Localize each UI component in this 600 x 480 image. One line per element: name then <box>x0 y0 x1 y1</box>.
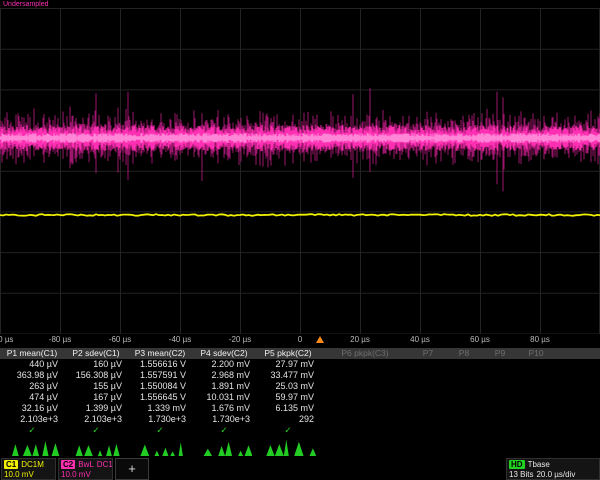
measure-value: 1.399 µV <box>64 403 128 414</box>
measure-value: 292 <box>256 414 320 425</box>
measure-status-check-icon: ✓ <box>128 425 192 436</box>
time-axis-label: 0 <box>298 335 302 344</box>
time-axis-label: 20 µs <box>350 335 370 344</box>
measure-header[interactable]: P5 pkpk(C2) <box>256 348 320 359</box>
measure-value: 474 µV <box>0 392 64 403</box>
time-axis-label: -60 µs <box>109 335 131 344</box>
oscilloscope-screen: Undersampled -100 µs -80 µs -60 µs -40 µs -2… <box>0 0 600 480</box>
time-axis-label: -40 µs <box>169 335 191 344</box>
tbase-scale: 20.0 µs/div <box>536 470 575 479</box>
measure-header-row: P1 mean(C1)P2 sdev(C1)P3 mean(C2)P4 sdev… <box>0 348 600 359</box>
measure-header[interactable]: P3 mean(C2) <box>128 348 192 359</box>
measure-value: 155 µV <box>64 381 128 392</box>
measure-header-unused[interactable]: P9 <box>482 348 518 359</box>
measure-value: 1.557591 V <box>128 370 192 381</box>
c2-coupling: DC1M <box>97 460 113 469</box>
trigger-time-marker[interactable] <box>316 336 324 343</box>
measure-status-check-icon: ✓ <box>256 425 320 436</box>
measure-status-check-icon: ✓ <box>64 425 128 436</box>
measure-value: 1.730e+3 <box>192 414 256 425</box>
time-axis-label: 40 µs <box>410 335 430 344</box>
measure-value: 1.556645 V <box>128 392 192 403</box>
graticule <box>0 8 600 334</box>
measure-status-check-icon: ✓ <box>0 425 64 436</box>
measure-value: 6.135 mV <box>256 403 320 414</box>
measure-row: 440 µV160 µV1.556616 V2.200 mV27.97 mV <box>0 359 600 370</box>
measurement-histicons <box>0 438 600 457</box>
c2-bwl-badge: BwL <box>78 460 94 469</box>
measure-value: 59.97 mV <box>256 392 320 403</box>
c1-scale: 10.0 mV <box>4 470 34 479</box>
measure-value: 1.550084 V <box>128 381 192 392</box>
measure-value: 363.98 µV <box>0 370 64 381</box>
measure-value: 263 µV <box>0 381 64 392</box>
measure-row: 2.103e+32.103e+31.730e+31.730e+3292 <box>0 414 600 425</box>
tbase-bits: 13 Bits <box>509 470 533 479</box>
c2-badge: C2 <box>61 460 75 469</box>
time-axis-label: 60 µs <box>470 335 490 344</box>
channel1-descriptor[interactable]: C1 DC1M 10.0 mV <box>1 458 56 480</box>
measure-value: 167 µV <box>64 392 128 403</box>
measure-header[interactable]: P4 sdev(C2) <box>192 348 256 359</box>
measure-value: 2.200 mV <box>192 359 256 370</box>
time-axis-label: -100 µs <box>0 335 13 344</box>
c1-coupling: DC1M <box>21 460 44 469</box>
measure-value: 32.16 µV <box>0 403 64 414</box>
descriptor-bar: C1 DC1M 10.0 mV C2 BwL DC1M 10.0 mV + HD… <box>0 458 600 480</box>
measure-status-check-icon: ✓ <box>192 425 256 436</box>
measure-value: 2.103e+3 <box>64 414 128 425</box>
time-axis-label: 80 µs <box>530 335 550 344</box>
measure-header[interactable]: P1 mean(C1) <box>0 348 64 359</box>
measure-value: 156.308 µV <box>64 370 128 381</box>
time-axis-label: -20 µs <box>229 335 251 344</box>
measure-rows: 440 µV160 µV1.556616 V2.200 mV27.97 mV36… <box>0 359 600 425</box>
undersampled-warning: Undersampled <box>3 1 49 8</box>
c2-scale: 10.0 mV <box>61 470 91 479</box>
measure-value: 1.891 mV <box>192 381 256 392</box>
time-axis-label: -80 µs <box>49 335 71 344</box>
channel2-descriptor[interactable]: C2 BwL DC1M 10.0 mV <box>58 458 113 480</box>
measure-header-unused[interactable]: P6 pkpk(C3) <box>320 348 410 359</box>
measure-value: 1.339 mV <box>128 403 192 414</box>
hd-badge: HD <box>509 460 525 469</box>
timebase-descriptor[interactable]: HD Tbase 13 Bits 20.0 µs/div <box>506 458 600 480</box>
measure-value: 25.03 mV <box>256 381 320 392</box>
measure-value: 10.031 mV <box>192 392 256 403</box>
measure-header-unused[interactable]: P7 <box>410 348 446 359</box>
measure-value: 1.556616 V <box>128 359 192 370</box>
measure-value: 1.676 mV <box>192 403 256 414</box>
c1-badge: C1 <box>4 460 18 469</box>
measure-value: 2.968 mV <box>192 370 256 381</box>
measure-row: 263 µV155 µV1.550084 V1.891 mV25.03 mV <box>0 381 600 392</box>
time-axis: -100 µs -80 µs -60 µs -40 µs -20 µs 0 20 µs 40 … <box>0 334 600 347</box>
measure-value: 440 µV <box>0 359 64 370</box>
measurement-table[interactable]: P1 mean(C1)P2 sdev(C1)P3 mean(C2)P4 sdev… <box>0 348 600 436</box>
measure-value: 33.477 mV <box>256 370 320 381</box>
tbase-label: Tbase <box>528 460 550 469</box>
measure-header[interactable]: P2 sdev(C1) <box>64 348 128 359</box>
measure-value: 27.97 mV <box>256 359 320 370</box>
measure-status-row: ✓✓✓✓✓ <box>0 425 600 436</box>
measure-row: 363.98 µV156.308 µV1.557591 V2.968 mV33.… <box>0 370 600 381</box>
measure-value: 1.730e+3 <box>128 414 192 425</box>
add-trace-button[interactable]: + <box>115 458 149 480</box>
measure-header-unused[interactable]: P8 <box>446 348 482 359</box>
measure-value: 2.103e+3 <box>0 414 64 425</box>
waveform-display[interactable] <box>0 8 600 334</box>
measure-value: 160 µV <box>64 359 128 370</box>
measure-row: 474 µV167 µV1.556645 V10.031 mV59.97 mV <box>0 392 600 403</box>
measure-row: 32.16 µV1.399 µV1.339 mV1.676 mV6.135 mV <box>0 403 600 414</box>
measure-header-unused[interactable]: P10 <box>518 348 554 359</box>
